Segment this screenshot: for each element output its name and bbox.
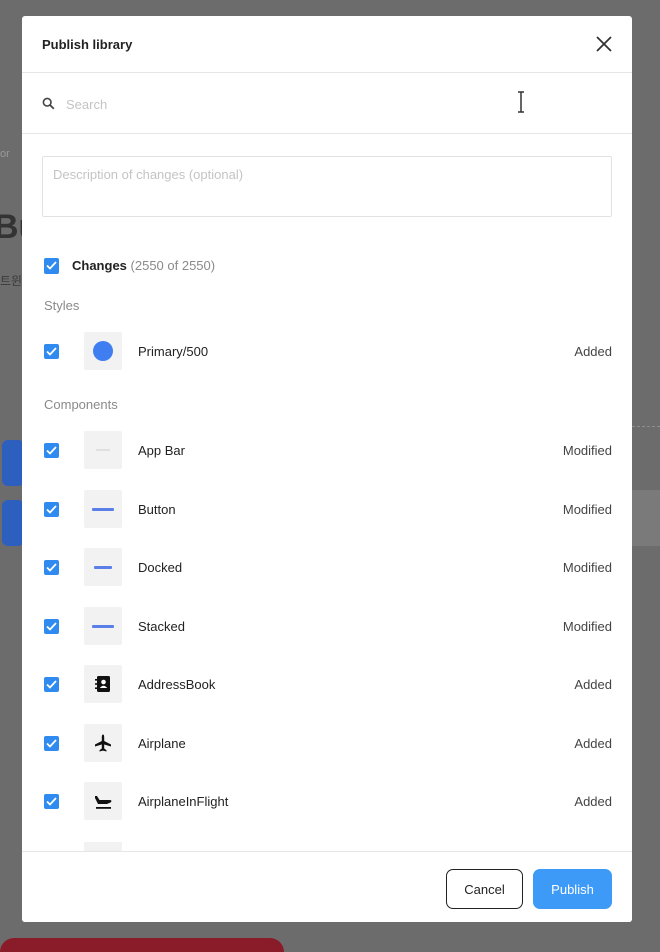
item-name: Button [138, 502, 176, 517]
item-checkbox[interactable] [44, 502, 59, 517]
background-subtext: 트윈 [0, 274, 23, 288]
airplane-in-flight-icon [84, 782, 122, 820]
changes-title: Changes [72, 258, 127, 273]
dialog-header: Publish library [22, 16, 632, 73]
item-status: Modified [562, 560, 612, 575]
list-item: Docked Modified [22, 548, 632, 588]
item-status: Modified [562, 443, 612, 458]
search-icon [42, 97, 55, 110]
item-status: Added [574, 344, 612, 359]
item-checkbox[interactable] [44, 677, 59, 692]
search-input[interactable] [66, 93, 586, 115]
thumbnail-bar [92, 625, 114, 628]
item-name: AirplaneInFlight [138, 794, 229, 809]
item-checkbox[interactable] [44, 443, 59, 458]
item-checkbox[interactable] [44, 794, 59, 809]
item-name: Airplane [138, 736, 186, 751]
item-status: Added [574, 794, 612, 809]
list-item: Primary/500 Added [22, 332, 632, 372]
item-name: App Bar [138, 443, 185, 458]
button-thumbnail [84, 490, 122, 528]
item-checkbox[interactable] [44, 619, 59, 634]
list-item: AddressBook Added [22, 665, 632, 705]
dialog-footer: Cancel Publish [22, 851, 632, 922]
item-name: Docked [138, 560, 183, 575]
stacked-thumbnail [84, 607, 122, 645]
publish-button[interactable]: Publish [533, 869, 612, 909]
publish-library-dialog: Publish library Changes (2550 of 2550) S… [22, 16, 632, 922]
list-item: App Bar Modified [22, 431, 632, 471]
list-item: Stacked Modified [22, 607, 632, 647]
item-checkbox[interactable] [44, 736, 59, 751]
item-checkbox[interactable] [44, 560, 59, 575]
docked-thumbnail [84, 548, 122, 586]
text-cursor-icon [516, 89, 526, 115]
components-heading: Components [44, 397, 118, 412]
background-divider [632, 426, 660, 427]
item-name: Stacked [138, 619, 185, 634]
item-status: Modified [562, 619, 612, 634]
background-button [2, 440, 24, 486]
list-item: Airplane Added [22, 724, 632, 764]
item-status: Added [574, 677, 612, 692]
app-bar-thumbnail [84, 431, 122, 469]
cancel-button[interactable]: Cancel [446, 869, 523, 909]
dialog-title: Publish library [42, 37, 133, 52]
description-field[interactable] [42, 156, 612, 217]
item-name: Primary/500 [138, 344, 209, 359]
thumbnail-line [96, 449, 110, 451]
color-dot [93, 341, 113, 361]
thumbnail-bar [94, 566, 112, 569]
item-status: Added [574, 736, 612, 751]
item-checkbox[interactable] [44, 344, 59, 359]
item-status: Modified [562, 502, 612, 517]
background-button [2, 500, 24, 546]
airplane-icon [84, 724, 122, 762]
list-item: Button Modified [22, 490, 632, 530]
background-banner [0, 938, 284, 952]
styles-heading: Styles [44, 298, 80, 313]
item-name: AddressBook [138, 677, 216, 692]
changes-label: Changes (2550 of 2550) [72, 258, 215, 273]
close-icon[interactable] [592, 32, 616, 56]
address-book-icon [84, 665, 122, 703]
color-swatch [84, 332, 122, 370]
changes-count: (2550 of 2550) [130, 258, 216, 273]
search-bar [22, 73, 632, 134]
background-text: or [0, 148, 10, 160]
thumbnail-bar [92, 508, 114, 511]
list-item: AirplaneInFlight Added [22, 782, 632, 822]
background-band [632, 490, 660, 546]
changes-checkbox[interactable] [44, 258, 59, 274]
